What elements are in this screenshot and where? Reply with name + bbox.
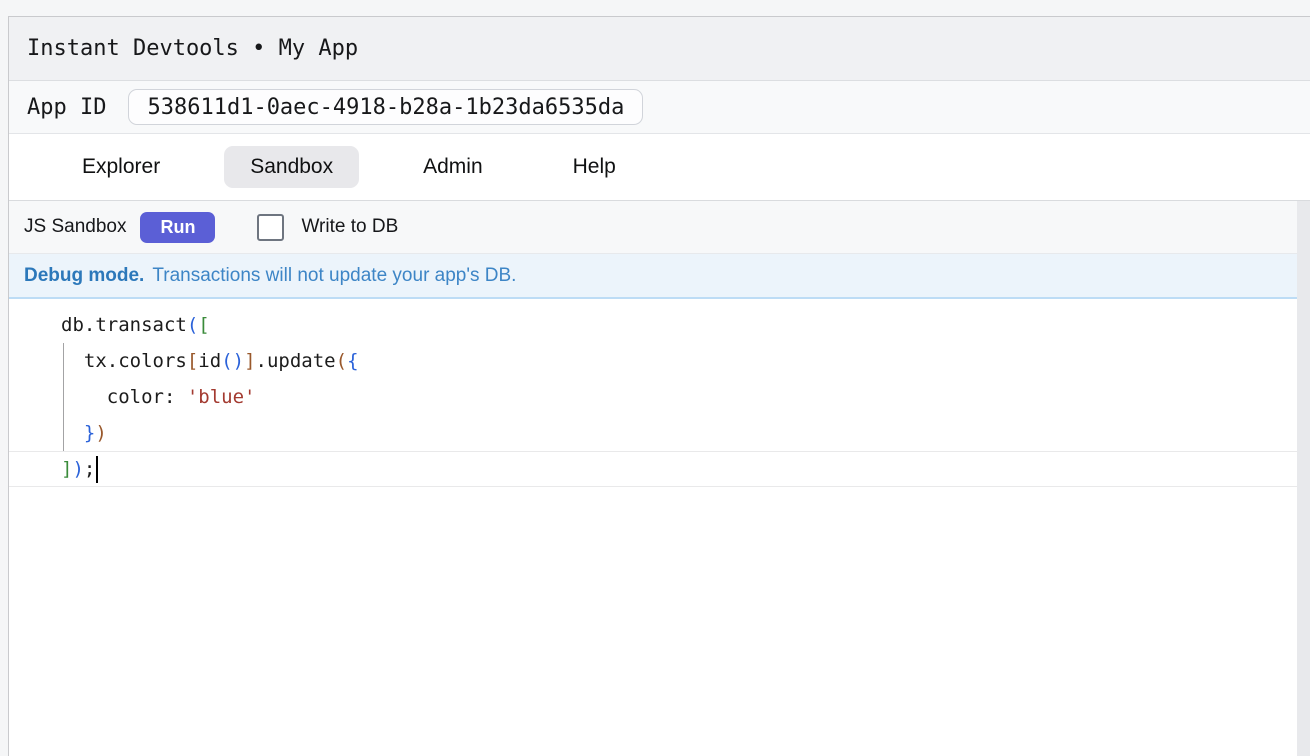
code-line[interactable]: db.transact([ xyxy=(9,307,1297,343)
page-title: Instant Devtools • My App xyxy=(27,36,358,61)
sandbox-toolbar: JS Sandbox Run Write to DB xyxy=(9,201,1297,254)
indent-guide xyxy=(63,343,64,451)
write-to-db-label: Write to DB xyxy=(301,216,398,238)
code-token: ; xyxy=(84,458,95,480)
code-token: { xyxy=(347,350,358,372)
code-token: ( xyxy=(336,350,347,372)
run-button[interactable]: Run xyxy=(140,212,215,243)
tabs: Explorer Sandbox Admin Help xyxy=(9,134,1310,201)
scrollbar-track[interactable] xyxy=(1297,201,1310,756)
devtools-window: Instant Devtools • My App App ID 538611d… xyxy=(0,0,1310,756)
code-token: .update xyxy=(256,350,336,372)
lower-pane: JS Sandbox Run Write to DB Debug mode. T… xyxy=(9,201,1310,756)
code-token: ( xyxy=(187,314,198,336)
debug-banner-message: Transactions will not update your app's … xyxy=(152,265,516,287)
code-line[interactable]: }) xyxy=(9,415,1297,451)
code-token: 'blue' xyxy=(187,386,256,408)
code-token: [ xyxy=(187,350,198,372)
code-token: tx.colors xyxy=(61,350,187,372)
code-token: color: xyxy=(61,386,187,408)
code-token: ] xyxy=(61,458,72,480)
text-cursor xyxy=(96,456,98,483)
titlebar: Instant Devtools • My App xyxy=(9,17,1310,81)
code-token: ) xyxy=(95,422,106,444)
code-editor[interactable]: db.transact([ tx.colors[id()].update({ c… xyxy=(9,299,1297,756)
devtools-panel: Instant Devtools • My App App ID 538611d… xyxy=(8,16,1310,756)
code-token: } xyxy=(84,422,95,444)
sandbox-label: JS Sandbox xyxy=(24,216,126,238)
code-token: db.transact xyxy=(61,314,187,336)
code-token: ] xyxy=(244,350,255,372)
tab-help[interactable]: Help xyxy=(547,146,642,188)
code-token: [ xyxy=(198,314,209,336)
debug-mode-banner: Debug mode. Transactions will not update… xyxy=(9,254,1297,299)
app-id-row: App ID 538611d1-0aec-4918-b28a-1b23da653… xyxy=(9,81,1310,134)
app-id-label: App ID xyxy=(27,95,106,120)
code-token: ) xyxy=(72,458,83,480)
code-line[interactable]: ]); xyxy=(9,451,1297,487)
code-token: id xyxy=(198,350,221,372)
sandbox-pane: JS Sandbox Run Write to DB Debug mode. T… xyxy=(9,201,1297,756)
write-to-db-checkbox[interactable] xyxy=(257,214,284,241)
debug-banner-title: Debug mode. xyxy=(24,265,144,287)
code-token xyxy=(61,422,84,444)
app-id-value[interactable]: 538611d1-0aec-4918-b28a-1b23da6535da xyxy=(128,89,643,125)
tab-explorer[interactable]: Explorer xyxy=(56,146,186,188)
code-line[interactable]: color: 'blue' xyxy=(9,379,1297,415)
code-token: () xyxy=(221,350,244,372)
code-line[interactable]: tx.colors[id()].update({ xyxy=(9,343,1297,379)
code-lines: db.transact([ tx.colors[id()].update({ c… xyxy=(9,299,1297,487)
tab-admin[interactable]: Admin xyxy=(397,146,509,188)
tab-sandbox[interactable]: Sandbox xyxy=(224,146,359,188)
